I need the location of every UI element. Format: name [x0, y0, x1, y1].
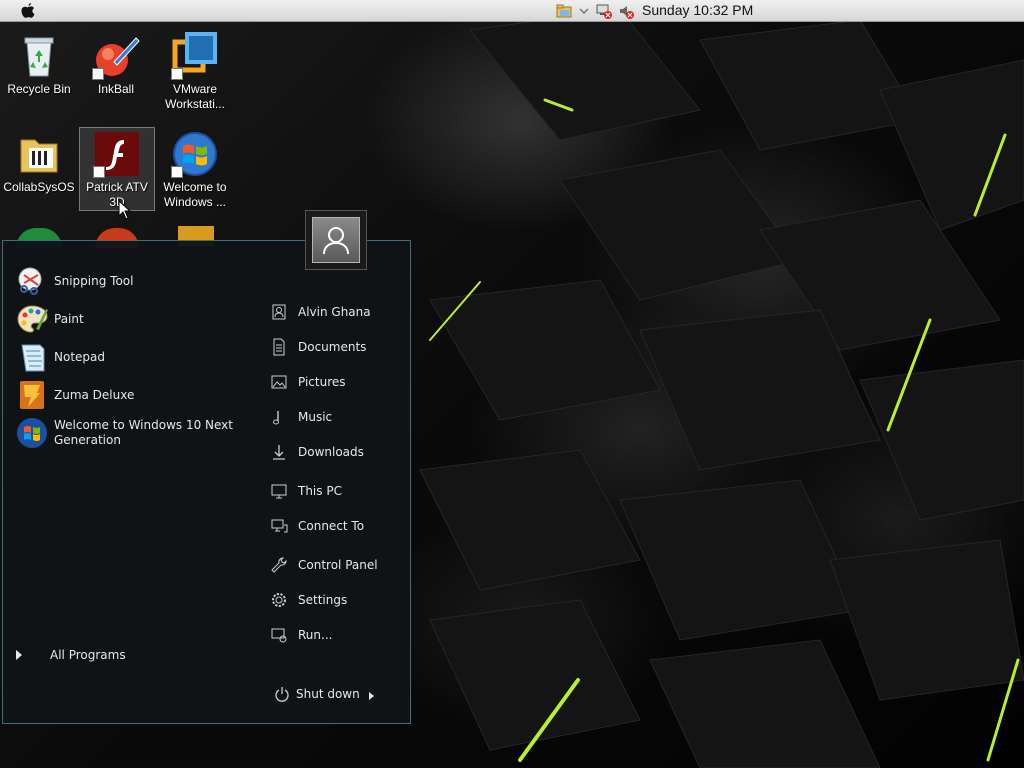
desktop-icon-label: Welcome to Windows ...	[163, 180, 227, 209]
volume-muted-icon[interactable]	[618, 3, 634, 19]
chevron-right-icon	[16, 650, 22, 660]
start-place-run[interactable]: Run...	[270, 623, 400, 647]
wrench-icon	[271, 557, 287, 573]
start-item-label: Snipping Tool	[54, 273, 134, 288]
start-place-label: Music	[298, 410, 333, 424]
start-place-label: Connect To	[298, 519, 365, 533]
start-item-snipping-tool[interactable]: Snipping Tool	[16, 265, 236, 297]
start-place-downloads[interactable]: Downloads	[270, 440, 400, 464]
start-place-settings[interactable]: Settings	[270, 588, 400, 612]
shortcut-arrow-icon	[93, 166, 105, 178]
top-menu-bar: Sunday 10:32 PM	[0, 0, 1024, 22]
desktop-icon-collabsysos[interactable]: CollabSysOS	[1, 130, 77, 195]
music-note-icon	[273, 411, 279, 425]
all-programs-button[interactable]: All Programs	[16, 648, 126, 662]
start-place-connect-to[interactable]: Connect To	[270, 514, 400, 538]
desktop-icon-label: CollabSysOS	[3, 180, 75, 194]
start-place-this-pc[interactable]: This PC	[270, 479, 400, 503]
start-place-label: Pictures	[298, 375, 346, 389]
start-place-pictures[interactable]: Pictures	[270, 370, 400, 394]
start-place-label: Run...	[298, 628, 333, 642]
apple-menu-icon[interactable]	[20, 2, 36, 20]
inkball-icon	[92, 32, 140, 80]
start-item-welcome-windows[interactable]: Welcome to Windows 10 Next Generation	[16, 417, 236, 449]
desktop-icon-label: VMware Workstati...	[165, 82, 225, 111]
desktop-icon-label: InkBall	[97, 82, 135, 96]
start-place-control-panel[interactable]: Control Panel	[270, 553, 400, 577]
snipping-tool-icon	[16, 265, 48, 297]
start-place-music[interactable]: Music	[270, 405, 400, 429]
picture-icon	[271, 375, 287, 389]
all-programs-label: All Programs	[50, 648, 126, 662]
chevron-down-icon[interactable]	[578, 3, 590, 19]
run-icon	[271, 628, 287, 643]
start-place-label: Alvin Ghana	[298, 305, 371, 319]
desktop-icon-inkball[interactable]: InkBall	[78, 32, 154, 97]
start-place-label: This PC	[298, 484, 342, 498]
start-place-label: Documents	[298, 340, 367, 354]
desktop-icon-label: Recycle Bin	[7, 82, 71, 96]
start-item-zuma-deluxe[interactable]: Zuma Deluxe	[16, 379, 236, 411]
start-place-label: Downloads	[298, 445, 364, 459]
desktop-icon-patrick-atv[interactable]: Patrick ATV 3D	[79, 127, 155, 211]
shutdown-button[interactable]: Shut down	[274, 686, 360, 702]
folder-tray-icon[interactable]	[556, 3, 572, 19]
gear-icon	[272, 593, 286, 607]
download-arrow-icon	[273, 445, 285, 460]
start-item-label: Notepad	[54, 349, 105, 364]
clock[interactable]: Sunday 10:32 PM	[642, 2, 753, 18]
user-picture[interactable]	[305, 210, 367, 270]
start-item-notepad[interactable]: Notepad	[16, 341, 236, 373]
shutdown-options-arrow-icon[interactable]	[369, 692, 374, 700]
start-item-label: Zuma Deluxe	[54, 387, 135, 402]
recycle-bin-icon	[15, 32, 63, 80]
flash-icon	[93, 130, 141, 178]
desktop-icon-label: Patrick ATV 3D	[86, 180, 148, 209]
desktop-icon-recycle-bin[interactable]: Recycle Bin	[1, 32, 77, 97]
vmware-icon	[171, 32, 219, 80]
zuma-icon	[16, 379, 48, 411]
folder-icon	[15, 130, 63, 178]
paint-icon	[16, 303, 48, 335]
windows-logo-icon	[16, 417, 48, 449]
shortcut-arrow-icon	[171, 166, 183, 178]
mouse-cursor-icon	[118, 200, 132, 220]
start-place-label: Settings	[298, 593, 348, 607]
user-icon	[323, 227, 349, 255]
user-folder-icon	[272, 304, 286, 320]
shortcut-arrow-icon	[92, 68, 104, 80]
computer-icon	[271, 484, 287, 499]
desktop-icon-welcome-windows[interactable]: Welcome to Windows ...	[157, 130, 233, 210]
start-place-user-folder[interactable]: Alvin Ghana	[270, 300, 400, 324]
windows-logo-icon	[171, 130, 219, 178]
start-place-documents[interactable]: Documents	[270, 335, 400, 359]
power-icon	[275, 687, 289, 702]
start-item-label: Welcome to Windows 10 Next Generation	[54, 418, 233, 447]
shutdown-label: Shut down	[296, 687, 360, 701]
document-icon	[273, 338, 285, 356]
network-status-icon[interactable]	[596, 3, 612, 19]
notepad-icon	[16, 341, 48, 373]
shortcut-arrow-icon	[171, 68, 183, 80]
start-item-paint[interactable]: Paint	[16, 303, 236, 335]
desktop-icon-vmware[interactable]: VMware Workstati...	[157, 32, 233, 112]
network-icon	[271, 519, 288, 533]
start-item-label: Paint	[54, 311, 84, 326]
start-place-label: Control Panel	[298, 558, 378, 572]
